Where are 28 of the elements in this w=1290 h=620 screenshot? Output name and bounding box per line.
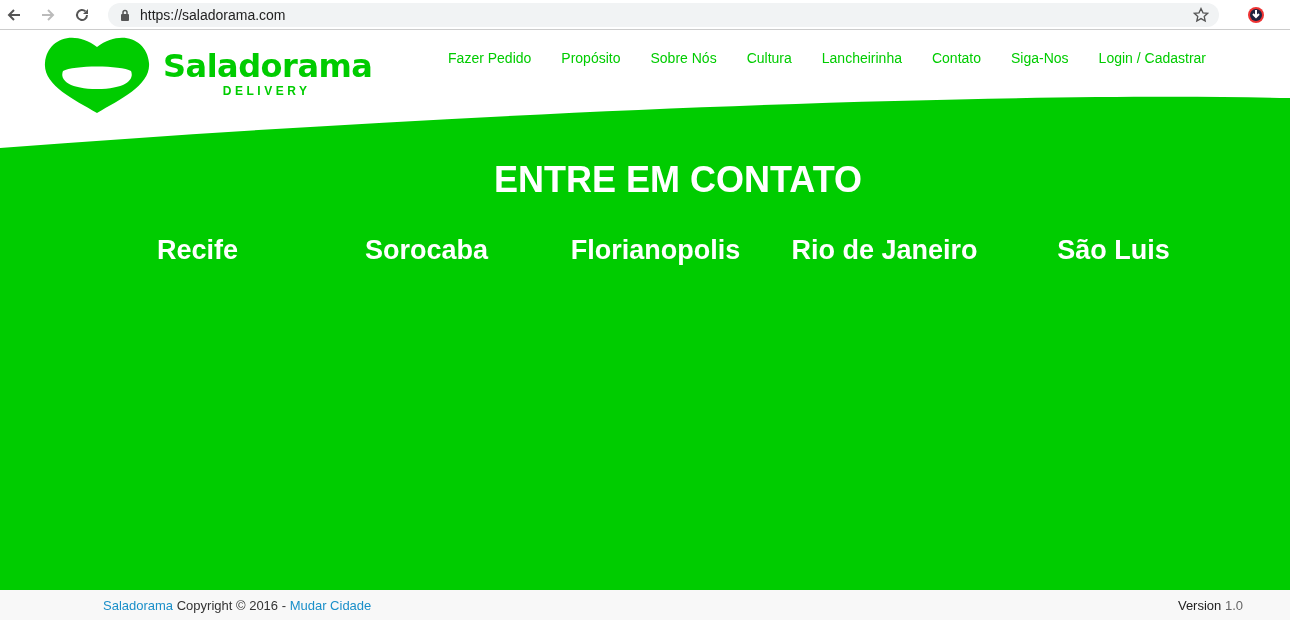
nav-link[interactable]: Siga-Nos bbox=[1011, 50, 1069, 70]
back-icon[interactable] bbox=[6, 6, 22, 23]
nav-link[interactable]: Sobre Nós bbox=[650, 50, 717, 70]
heart-logo-icon bbox=[43, 35, 151, 115]
reload-icon[interactable] bbox=[74, 6, 90, 23]
extension-icon[interactable] bbox=[1247, 5, 1265, 24]
nav-link[interactable]: Fazer Pedido bbox=[448, 50, 532, 70]
city-link[interactable]: Rio de Janeiro bbox=[770, 235, 999, 266]
address-bar[interactable]: https://saladorama.com bbox=[108, 2, 1219, 27]
change-city-link[interactable]: Mudar Cidade bbox=[289, 597, 372, 613]
brand-tagline: DELIVERY bbox=[222, 84, 311, 99]
footer-text: Saladorama Copyright © 2016 - Mudar Cidade bbox=[103, 597, 372, 613]
city-link[interactable]: Sorocaba bbox=[312, 235, 541, 266]
brand-link[interactable]: Saladorama bbox=[103, 597, 174, 613]
city-link[interactable]: Recife bbox=[83, 235, 312, 266]
url-text: https://saladorama.com bbox=[140, 6, 287, 23]
brand-name: Saladorama bbox=[163, 49, 373, 85]
nav-link[interactable]: Lancheirinha bbox=[821, 50, 902, 70]
nav-link[interactable]: Contato bbox=[931, 50, 981, 70]
version-label: Version 1.0 bbox=[1177, 597, 1243, 613]
star-icon[interactable] bbox=[1193, 6, 1209, 23]
city-link[interactable]: São Luis bbox=[999, 235, 1228, 266]
nav-link[interactable]: Login / Cadastrar bbox=[1098, 50, 1206, 70]
nav-link[interactable]: Propósito bbox=[561, 50, 621, 70]
city-link[interactable]: Florianopolis bbox=[541, 235, 770, 266]
section-heading: ENTRE EM CONTATO bbox=[493, 159, 863, 201]
lock-icon bbox=[120, 8, 130, 21]
nav-link[interactable]: Cultura bbox=[746, 50, 792, 70]
